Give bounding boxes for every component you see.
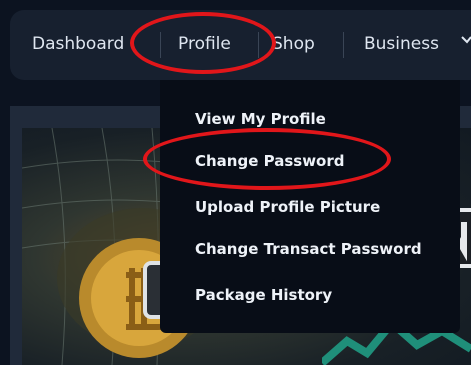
nav-item-shop[interactable]: Shop <box>272 34 315 54</box>
menu-item-view-my-profile[interactable]: View My Profile <box>195 110 326 128</box>
profile-dropdown-menu: View My Profile Change Password Upload P… <box>160 80 460 333</box>
menu-item-change-transact-password[interactable]: Change Transact Password <box>195 240 422 258</box>
menu-item-change-password[interactable]: Change Password <box>195 152 345 170</box>
menu-item-upload-profile-picture[interactable]: Upload Profile Picture <box>195 198 380 216</box>
menu-item-package-history[interactable]: Package History <box>195 286 332 304</box>
nav-separator <box>343 32 344 58</box>
nav-item-profile[interactable]: Profile <box>178 34 231 54</box>
nav-separator <box>258 32 259 58</box>
chevron-down-icon[interactable] <box>460 32 471 48</box>
nav-item-business[interactable]: Business <box>364 34 439 54</box>
nav-item-dashboard[interactable]: Dashboard <box>32 34 124 54</box>
app-frame: Dashboard Profile Shop Business View My … <box>0 0 471 365</box>
nav-separator <box>160 32 161 58</box>
main-navbar: Dashboard Profile Shop Business <box>10 10 471 80</box>
